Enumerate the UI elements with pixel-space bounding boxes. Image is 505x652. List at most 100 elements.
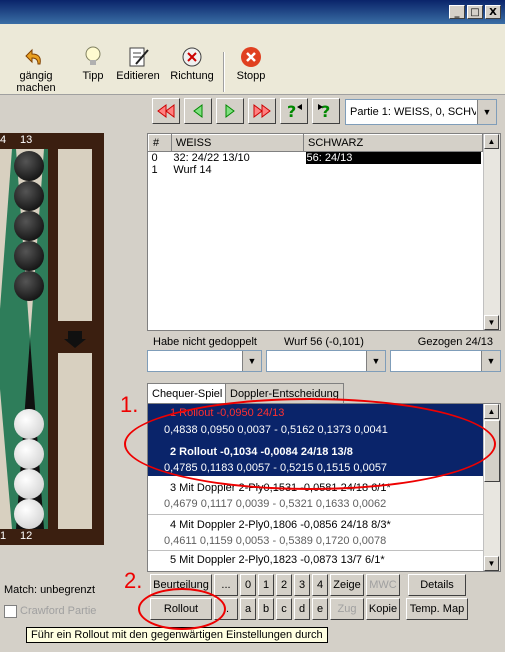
white-move[interactable]: 32: 24/22 13/10	[171, 152, 303, 164]
point-label: 1	[0, 530, 7, 542]
undo-button[interactable]: gängig machen	[0, 24, 72, 94]
eval-ply-1-button[interactable]: 1	[258, 574, 274, 596]
analysis-row[interactable]: 5 Mit Doppler 2-Ply0,1823 -0,0873 13/7 6…	[148, 550, 483, 571]
undo-icon	[24, 46, 48, 68]
move-number: 1	[151, 164, 158, 176]
black-checker[interactable]	[14, 181, 44, 211]
svg-text:?: ?	[287, 102, 296, 120]
point-label: 13	[20, 134, 33, 146]
col-number[interactable]: #	[148, 134, 172, 152]
annotation-select-2[interactable]: ▼	[266, 350, 386, 372]
rollout-b-button[interactable]: b	[258, 598, 274, 620]
toolbar: gängig machen Tipp Editieren Richtung St…	[0, 24, 505, 95]
forward-icon	[225, 104, 235, 118]
point-label: 12	[20, 530, 33, 542]
direction-icon	[180, 46, 204, 68]
col-white[interactable]: WEISS	[170, 134, 305, 152]
svg-text:?: ?	[321, 102, 330, 120]
cube-status: Habe nicht gedoppelt	[153, 336, 257, 348]
mwc-button[interactable]: MWC	[366, 574, 400, 596]
hint-button[interactable]: Tipp	[78, 24, 108, 94]
question-back-icon: ?	[287, 102, 302, 120]
next-marked-button[interactable]: ?	[312, 98, 340, 124]
board-bottom-frame: 1 12	[0, 529, 104, 545]
black-checker[interactable]	[14, 271, 44, 301]
maximize-button[interactable]: □	[467, 5, 483, 19]
annotation-circle-2	[138, 588, 226, 630]
eval-ply-3-button[interactable]: 3	[294, 574, 310, 596]
next-game-button[interactable]	[248, 98, 276, 124]
point-label: 4	[0, 134, 7, 146]
white-checker[interactable]	[14, 469, 44, 499]
black-checker[interactable]	[14, 241, 44, 271]
tab-chequer-play[interactable]: Chequer-Spiel	[147, 383, 228, 403]
white-checker[interactable]	[14, 439, 44, 469]
white-checker[interactable]	[14, 409, 44, 439]
direction-arrow-icon	[64, 329, 86, 349]
close-button[interactable]: X	[485, 5, 501, 19]
analysis-row[interactable]: 4 Mit Doppler 2-Ply0,1806 -0,0856 24/18 …	[148, 514, 483, 549]
table-row[interactable]: 1 Wurf 14	[149, 164, 483, 176]
col-black[interactable]: SCHWARZ	[303, 134, 483, 152]
fast-forward-icon	[253, 104, 271, 118]
annotation-number-1: 1.	[120, 392, 139, 417]
annotation-select-3[interactable]: ▼	[390, 350, 501, 372]
prev-marked-button[interactable]: ?	[280, 98, 308, 124]
black-checker[interactable]	[14, 151, 44, 181]
crawford-checkbox[interactable]	[4, 605, 17, 618]
backgammon-board[interactable]: 4 13 1 12	[0, 133, 104, 545]
edit-icon	[126, 46, 150, 68]
table-row[interactable]: 0 32: 24/22 13/10 56: 24/13	[149, 152, 483, 164]
copy-button[interactable]: Kopie	[366, 598, 400, 620]
details-button[interactable]: Details	[408, 574, 466, 596]
move-button[interactable]: Zug	[330, 598, 364, 620]
annotation-number-2: 2.	[124, 568, 143, 593]
annotation-select-1[interactable]: ▼	[147, 350, 262, 372]
rollout-a-button[interactable]: a	[240, 598, 256, 620]
prev-game-button[interactable]	[152, 98, 180, 124]
minimize-button[interactable]: _	[449, 5, 465, 19]
eval-ply-0-button[interactable]: 0	[240, 574, 256, 596]
rollout-c-button[interactable]: c	[276, 598, 292, 620]
prev-move-button[interactable]	[184, 98, 212, 124]
scroll-down-icon[interactable]: ▼	[484, 556, 499, 571]
game-select[interactable]: Partie 1: WEISS, 0, SCHV ▼	[345, 99, 497, 125]
white-checker[interactable]	[14, 499, 44, 529]
chevron-down-icon: ▼	[481, 351, 500, 371]
black-checker[interactable]	[14, 211, 44, 241]
eval-ply-2-button[interactable]: 2	[276, 574, 292, 596]
edit-button[interactable]: Editieren	[114, 24, 162, 94]
direction-button[interactable]: Richtung	[166, 24, 218, 94]
move-table: # WEISS SCHWARZ 0 32: 24/22 13/10 56: 24…	[148, 134, 483, 176]
temp-map-button[interactable]: Temp. Map	[406, 598, 468, 620]
bear-off-tray-bottom	[58, 353, 92, 529]
chevron-down-icon: ▼	[366, 351, 385, 371]
bear-off-tray-top	[58, 149, 92, 321]
black-move-selected[interactable]: 56: 24/13	[305, 152, 481, 164]
eval-ply-4-button[interactable]: 4	[312, 574, 328, 596]
scroll-up-icon[interactable]: ▲	[484, 134, 499, 149]
question-forward-icon: ?	[318, 102, 330, 120]
rollout-e-button[interactable]: e	[312, 598, 328, 620]
undo-label: gängig machen	[16, 70, 56, 94]
status-line: Habe nicht gedoppelt Wurf 56 (-0,101) Ge…	[147, 336, 501, 350]
scroll-down-icon[interactable]: ▼	[484, 315, 499, 330]
move-list-scrollbar[interactable]: ▲ ▼	[483, 134, 500, 330]
rewind-icon	[157, 104, 175, 118]
chevron-down-icon: ▼	[242, 351, 261, 371]
match-length: Match: unbegrenzt	[4, 584, 96, 596]
game-select-value: Partie 1: WEISS, 0, SCHV	[350, 106, 476, 118]
stop-button[interactable]: Stopp	[232, 24, 270, 94]
window-titlebar: _ □ X	[0, 0, 505, 24]
direction-label: Richtung	[170, 70, 214, 82]
analysis-row-line1: 4 Mit Doppler 2-Ply0,1806 -0,0856 24/18 …	[170, 519, 391, 531]
white-move[interactable]: Wurf 14	[171, 164, 303, 176]
window-controls: _ □ X	[449, 5, 501, 19]
next-move-button[interactable]	[216, 98, 244, 124]
rollout-d-button[interactable]: d	[294, 598, 310, 620]
show-button[interactable]: Zeige	[330, 574, 364, 596]
black-move[interactable]	[304, 164, 483, 176]
scroll-up-icon[interactable]: ▲	[484, 404, 499, 419]
eval-settings-button[interactable]: ...	[214, 574, 238, 596]
move-number: 0	[151, 152, 158, 164]
